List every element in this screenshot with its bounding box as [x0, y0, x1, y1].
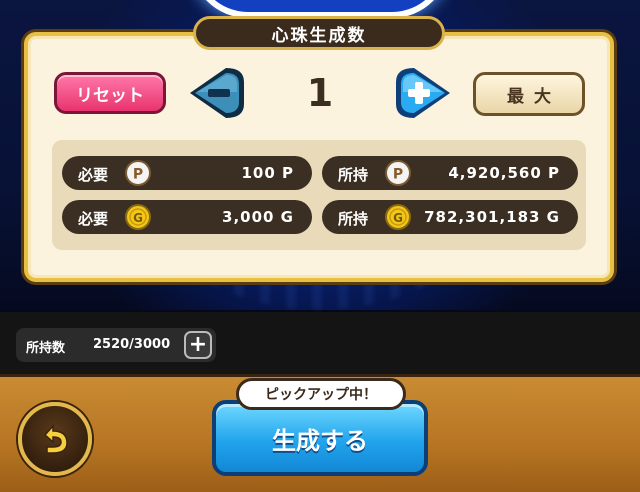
required-label: 必要: [78, 166, 109, 184]
gold-coin-icon: G: [385, 204, 411, 230]
point-coin-letter: P: [393, 167, 403, 183]
plus-icon: +: [188, 332, 208, 357]
back-arrow-icon: [43, 424, 68, 454]
owned-points-value: 4,920,560 P: [448, 164, 560, 182]
gold-coin-letter: G: [133, 211, 143, 225]
required-points-row: 必要 P 100 P: [62, 156, 312, 190]
owned-points-row: 所持 P 4,920,560 P: [322, 156, 578, 190]
owned-label: 所持: [338, 166, 369, 184]
reset-button[interactable]: リセット: [54, 72, 166, 114]
panel-title: 心珠生成数: [193, 16, 445, 50]
point-coin-letter: P: [133, 167, 143, 183]
increase-button[interactable]: [392, 62, 454, 124]
owned-label: 所持: [338, 210, 369, 228]
owned-gold-value: 782,301,183 G: [424, 208, 560, 226]
plus-arrow-icon: [396, 68, 450, 118]
back-button[interactable]: [18, 402, 92, 476]
inventory-label: 所持数: [26, 341, 66, 356]
inventory-value: 2520/3000: [93, 337, 171, 352]
expand-inventory-button[interactable]: +: [184, 331, 212, 359]
required-gold-value: 3,000 G: [222, 208, 294, 226]
max-button[interactable]: 最大: [473, 72, 585, 116]
gold-coin-letter: G: [393, 211, 403, 225]
point-coin-icon: P: [385, 160, 411, 186]
quantity-value: 1: [306, 71, 334, 115]
owned-gold-row: 所持 G 782,301,183 G: [322, 200, 578, 234]
pickup-badge: ピックアップ中！: [236, 378, 406, 410]
gold-coin-icon: G: [125, 204, 151, 230]
required-gold-row: 必要 G 3,000 G: [62, 200, 312, 234]
point-coin-icon: P: [125, 160, 151, 186]
required-points-value: 100 P: [241, 164, 294, 182]
decrease-button[interactable]: [186, 62, 248, 124]
required-label: 必要: [78, 210, 109, 228]
minus-arrow-icon: [190, 68, 244, 118]
create-button[interactable]: 生成する: [212, 400, 428, 476]
